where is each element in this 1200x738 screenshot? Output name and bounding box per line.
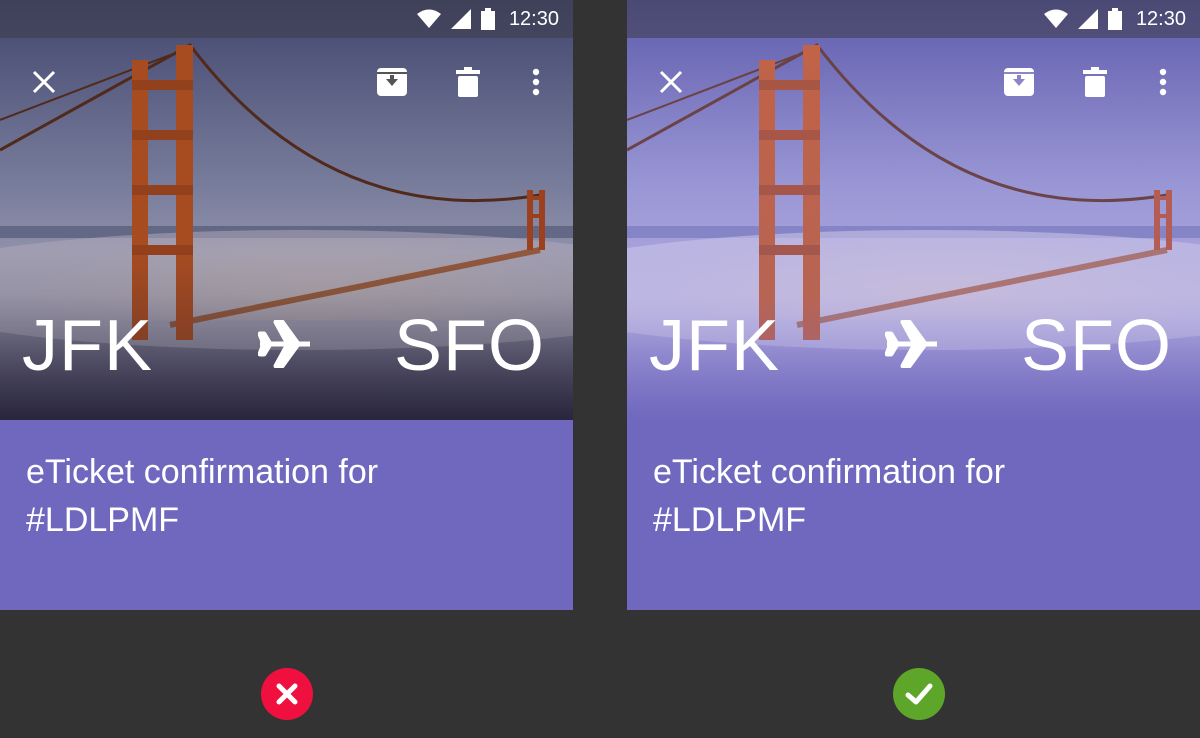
email-subject: eTicket confirmation for #LDLPMF	[26, 453, 379, 539]
archive-icon	[377, 68, 407, 96]
status-time: 12:30	[1135, 7, 1186, 30]
checkmark-icon	[905, 683, 933, 705]
battery-icon	[1107, 8, 1122, 30]
close-icon	[32, 70, 56, 94]
close-icon	[659, 70, 683, 94]
close-button[interactable]	[20, 50, 68, 114]
delete-button[interactable]	[1071, 50, 1119, 114]
toolbar	[627, 50, 1200, 114]
archive-button[interactable]	[995, 50, 1043, 114]
battery-icon	[480, 8, 495, 30]
comparison-stage: 12:30 JFK SFO eTicket confirmation for #…	[0, 0, 1200, 738]
correct-verdict	[893, 668, 945, 720]
archive-icon	[1004, 68, 1034, 96]
panel-incorrect: 12:30 JFK SFO eTicket confirmation for #…	[0, 0, 573, 610]
status-bar: 12:30	[627, 0, 1200, 38]
status-time: 12:30	[508, 7, 559, 30]
delete-icon	[1083, 67, 1107, 97]
close-button[interactable]	[647, 50, 695, 114]
panel-correct: 12:30 JFK SFO eTicket confirmation for #…	[627, 0, 1200, 610]
hero-image: 12:30 JFK SFO	[627, 0, 1200, 420]
incorrect-verdict	[261, 668, 313, 720]
wifi-icon	[416, 9, 441, 28]
toolbar	[0, 50, 573, 114]
airplane-icon	[258, 320, 310, 368]
delete-icon	[456, 67, 480, 97]
destination-code: SFO	[393, 306, 545, 386]
more-options-button[interactable]	[1139, 50, 1187, 114]
flight-route: JFK SFO	[627, 298, 1200, 394]
cell-signal-icon	[450, 9, 471, 29]
flight-route: JFK SFO	[0, 298, 573, 394]
more-options-button[interactable]	[512, 50, 560, 114]
destination-code: SFO	[1020, 306, 1172, 386]
archive-button[interactable]	[368, 50, 416, 114]
email-subject: eTicket confirmation for #LDLPMF	[653, 453, 1006, 539]
more-vert-icon	[1159, 68, 1167, 96]
wifi-icon	[1043, 9, 1068, 28]
status-bar: 12:30	[0, 0, 573, 38]
cell-signal-icon	[1077, 9, 1098, 29]
delete-button[interactable]	[444, 50, 492, 114]
email-card[interactable]: eTicket confirmation for #LDLPMF	[627, 420, 1200, 610]
hero-image: 12:30 JFK SFO	[0, 0, 573, 420]
airplane-icon	[885, 320, 937, 368]
origin-code: JFK	[22, 306, 154, 386]
email-card[interactable]: eTicket confirmation for #LDLPMF	[0, 420, 573, 610]
origin-code: JFK	[649, 306, 781, 386]
cross-icon	[276, 683, 298, 705]
more-vert-icon	[532, 68, 540, 96]
